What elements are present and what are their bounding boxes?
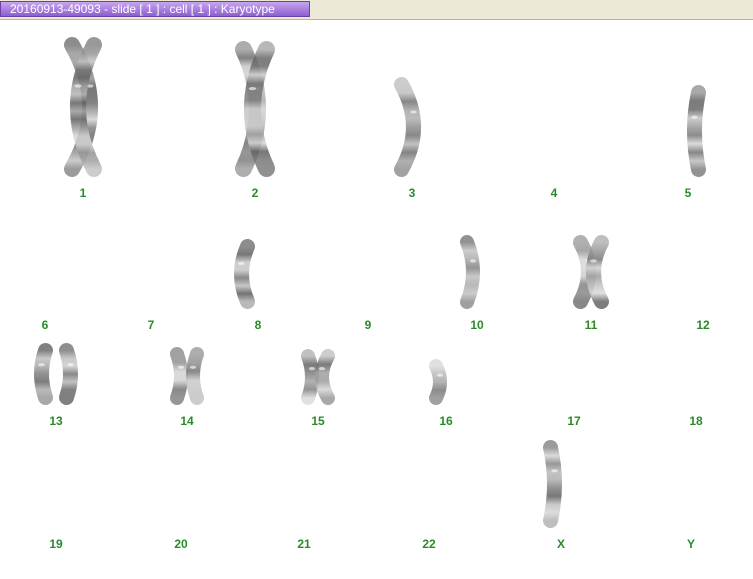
chromosome-19-homolog-2[interactable] xyxy=(59,494,72,528)
chromosome-21-homolog-1[interactable] xyxy=(288,502,301,528)
chromosome-pair-20 xyxy=(165,494,197,528)
chromosome-pair-X xyxy=(543,440,579,528)
chromosome-19-homolog-1[interactable] xyxy=(40,494,53,528)
chromosome-label-X: X xyxy=(556,537,565,551)
chromosome-slot-21[interactable]: 21 xyxy=(254,20,354,553)
chromosome-label-21: 21 xyxy=(297,537,311,551)
title-bar: 20160913-49093 - slide [ 1 ] : cell [ 1 … xyxy=(0,0,753,20)
chromosome-slot-22[interactable]: 22 xyxy=(379,20,479,553)
chromosome-8-homolog-1[interactable] xyxy=(234,239,255,309)
chromosome-22-homolog-1[interactable] xyxy=(414,496,426,528)
chromosome-22-homolog-2[interactable] xyxy=(432,496,444,528)
chromosome-label-22: 22 xyxy=(422,537,436,551)
chromosome-20-homolog-2[interactable] xyxy=(184,494,197,528)
chromosome-pair-22 xyxy=(414,496,444,528)
chromosome-pair-19 xyxy=(40,494,72,528)
chromosome-label-19: 19 xyxy=(49,537,63,551)
chromosome-slot-19[interactable]: 19 xyxy=(6,20,106,553)
chromosome-X-homolog-1[interactable] xyxy=(543,440,562,528)
chromosome-slot-X[interactable]: X xyxy=(511,20,611,553)
chromosome-slot-20[interactable]: 20 xyxy=(131,20,231,553)
chromosome-label-Y: Y xyxy=(686,537,695,551)
chromosome-pair-21 xyxy=(288,502,320,528)
chromosome-20-homolog-1[interactable] xyxy=(165,494,178,528)
window-title-tab[interactable]: 20160913-49093 - slide [ 1 ] : cell [ 1 … xyxy=(0,1,310,17)
chromosome-slot-Y[interactable]: Y xyxy=(641,20,741,553)
chromosome-label-20: 20 xyxy=(174,537,188,551)
chromosome-X-homolog-2[interactable] xyxy=(564,440,579,528)
chromosome-21-homolog-2[interactable] xyxy=(307,502,320,528)
karyogram-panel: 1 2 3 4 5 6 7 8 9 10 11 12 13 14 15 16 17 18 19 20 21 22 X Y xyxy=(0,20,753,579)
